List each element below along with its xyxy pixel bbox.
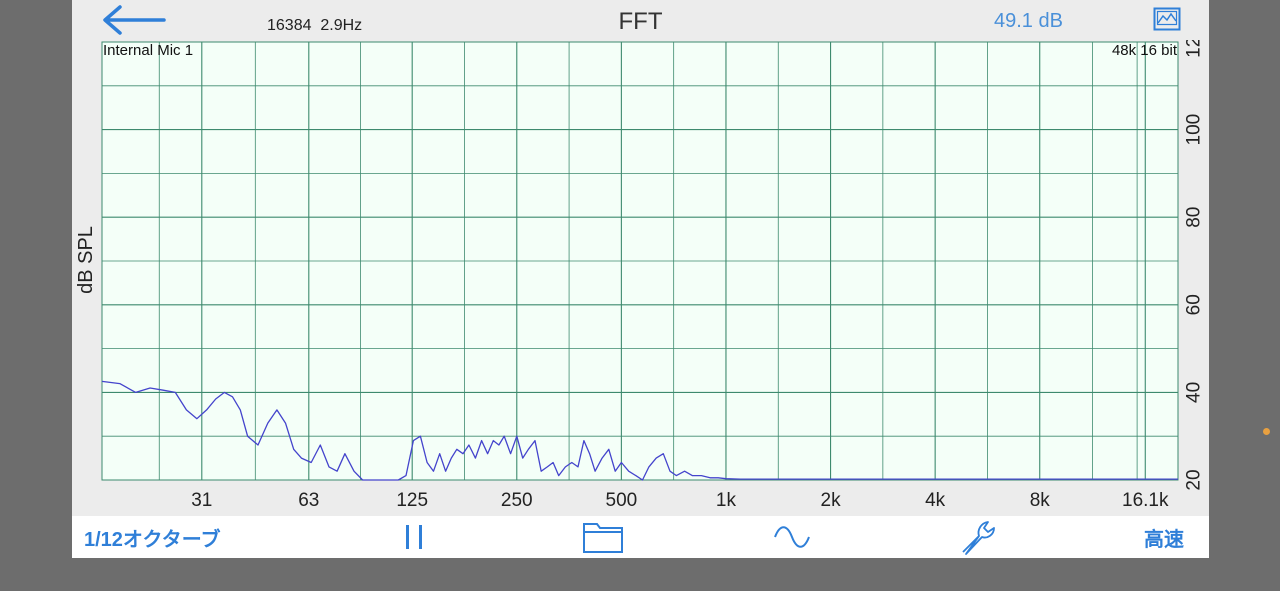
- bottom-toolbar: 1/12オクターブ 高速: [72, 516, 1209, 558]
- header-bar: 16384 2.9Hz FFT 49.1 dB: [72, 0, 1209, 40]
- x-tick-label: 8k: [1030, 490, 1051, 511]
- x-tick-label: 16.1k: [1122, 490, 1169, 511]
- graph-area: 31 63 125 250 500 1k 2k 4k 8k 16.1k 20 40 60 80 100 120…: [72, 40, 1209, 516]
- app-screen: 16384 2.9Hz FFT 49.1 dB 31 63 125 250 500 1k 2…: [72, 0, 1209, 558]
- indicator-dot: [1263, 428, 1270, 435]
- y-tick-label: 120: [1184, 40, 1205, 58]
- x-tick-label: 125: [396, 490, 428, 511]
- x-tick-label: 2k: [821, 490, 842, 511]
- pause-button[interactable]: [397, 516, 431, 558]
- x-tick-label: 31: [191, 490, 212, 511]
- y-tick-label: 60: [1184, 294, 1205, 315]
- sine-wave-icon: [774, 526, 810, 548]
- fft-chart: 31 63 125 250 500 1k 2k 4k 8k 16.1k 20 40 60 80 100 120…: [75, 40, 1205, 511]
- x-tick-label: 500: [606, 490, 638, 511]
- y-tick-label: 80: [1184, 207, 1205, 228]
- input-device-label: Internal Mic 1: [103, 42, 193, 59]
- wrench-icon: [962, 521, 995, 555]
- waveform-button[interactable]: [770, 516, 814, 558]
- x-tick-label: 1k: [716, 490, 737, 511]
- folder-button[interactable]: [580, 516, 626, 558]
- speed-button[interactable]: 高速: [1144, 516, 1184, 558]
- settings-button[interactable]: [956, 516, 1002, 558]
- x-tick-label: 250: [501, 490, 533, 511]
- format-label: 48k 16 bit: [1112, 42, 1178, 59]
- y-tick-label: 40: [1184, 382, 1205, 403]
- y-tick-label: 100: [1184, 114, 1205, 146]
- x-tick-label: 4k: [925, 490, 946, 511]
- level-readout: 49.1 dB: [994, 10, 1063, 32]
- y-tick-label: 20: [1184, 469, 1205, 490]
- fft-size-info: 16384 2.9Hz: [267, 17, 363, 34]
- image-icon[interactable]: [1153, 7, 1181, 31]
- y-axis-title: dB SPL: [75, 226, 97, 294]
- folder-icon: [583, 523, 623, 553]
- octave-resolution-button[interactable]: 1/12オクターブ: [84, 516, 221, 558]
- x-tick-label: 63: [298, 490, 319, 511]
- back-arrow-icon[interactable]: [100, 4, 166, 36]
- pause-icon: [406, 525, 422, 549]
